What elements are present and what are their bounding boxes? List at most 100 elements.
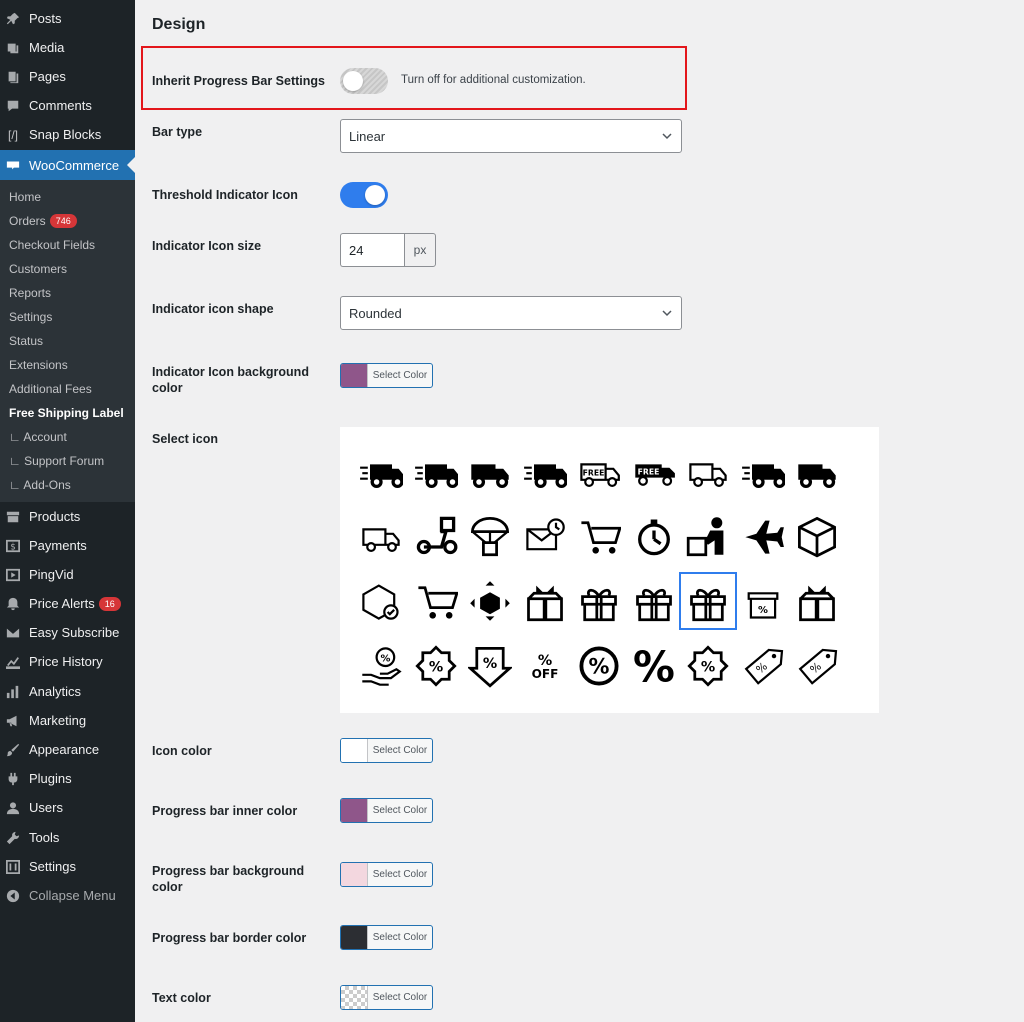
- menu-easy-subscribe[interactable]: Easy Subscribe: [0, 618, 135, 647]
- submenu-settings[interactable]: Settings: [9, 307, 52, 327]
- submenu-orders[interactable]: Orders 746: [9, 211, 77, 231]
- submenu-customers[interactable]: Customers: [9, 259, 67, 279]
- icon-color-button[interactable]: Select Color: [340, 738, 433, 763]
- icon-option[interactable]: [463, 574, 517, 628]
- icon-option[interactable]: [790, 509, 844, 563]
- svg-text:%: %: [808, 660, 824, 677]
- wrench-icon: [6, 831, 20, 845]
- icon-option[interactable]: [409, 509, 463, 563]
- text-color-button[interactable]: Select Color: [340, 985, 433, 1010]
- icon-option[interactable]: %: [736, 639, 790, 693]
- icon-option[interactable]: [790, 574, 844, 628]
- icon-option[interactable]: %: [409, 639, 463, 693]
- icon-option[interactable]: [681, 444, 735, 498]
- icon-bg-color-label: Indicator Icon background color: [152, 365, 309, 395]
- submenu-extensions[interactable]: Extensions: [9, 355, 68, 375]
- menu-media[interactable]: Media: [0, 33, 135, 62]
- submenu-additional-fees[interactable]: Additional Fees: [9, 379, 92, 399]
- icon-option[interactable]: % OFF: [518, 639, 572, 693]
- submenu-add-ons[interactable]: ∟ Add-Ons: [9, 475, 71, 495]
- icon-option[interactable]: FREE: [627, 444, 681, 498]
- brackets-icon: [/]: [7, 127, 18, 142]
- icon-option[interactable]: [518, 574, 572, 628]
- icon-shape-select[interactable]: Rounded: [340, 296, 682, 330]
- submenu-checkout-fields[interactable]: Checkout Fields: [9, 235, 95, 255]
- icon-option[interactable]: [354, 444, 408, 498]
- menu-analytics[interactable]: Analytics: [0, 677, 135, 706]
- border-color-button[interactable]: Select Color: [340, 925, 433, 950]
- menu-products[interactable]: Products: [0, 502, 135, 531]
- icon-option[interactable]: [679, 572, 737, 630]
- icon-option[interactable]: [409, 444, 463, 498]
- percent-off-icon: %OFF: [531, 653, 558, 681]
- icon-option[interactable]: [572, 574, 626, 628]
- menu-posts[interactable]: Posts: [0, 4, 135, 33]
- color-swatch: [341, 863, 368, 886]
- icon-option[interactable]: [681, 509, 735, 563]
- icon-option[interactable]: [736, 509, 790, 563]
- icon-option[interactable]: [463, 509, 517, 563]
- menu-appearance[interactable]: Appearance: [0, 735, 135, 764]
- submenu-label: Free Shipping Label: [9, 406, 124, 420]
- icon-option[interactable]: %: [627, 639, 681, 693]
- icon-option[interactable]: [572, 509, 626, 563]
- icon-option[interactable]: [463, 444, 517, 498]
- price-tag-icon: %: [798, 648, 838, 685]
- select-color-label: Select Color: [372, 370, 428, 381]
- icon-option[interactable]: %: [681, 639, 735, 693]
- dollar-icon: $: [6, 539, 20, 553]
- icon-option[interactable]: %: [354, 639, 408, 693]
- menu-snap-blocks[interactable]: [/] Snap Blocks: [0, 120, 135, 149]
- menu-woocommerce[interactable]: WooCommerce: [0, 150, 135, 180]
- menu-price-alerts[interactable]: Price Alerts 16: [0, 589, 135, 618]
- menu-label: Marketing: [29, 713, 87, 728]
- submenu-free-shipping-label[interactable]: Free Shipping Label: [9, 403, 124, 423]
- icon-option[interactable]: %: [463, 639, 517, 693]
- icon-option[interactable]: [354, 509, 408, 563]
- submenu-status[interactable]: Status: [9, 331, 43, 351]
- submenu-account[interactable]: ∟ Account: [9, 427, 67, 447]
- submenu-label: Reports: [9, 286, 52, 300]
- menu-plugins[interactable]: Plugins: [0, 764, 135, 793]
- submenu-reports[interactable]: Reports: [9, 283, 51, 303]
- discount-badge-icon: %: [687, 645, 729, 687]
- bg-color-button[interactable]: Select Color: [340, 862, 433, 887]
- icon-bg-color-button[interactable]: Select Color: [340, 363, 433, 388]
- icon-option[interactable]: [627, 574, 681, 628]
- icon-option[interactable]: %: [736, 574, 790, 628]
- icon-option[interactable]: [354, 574, 408, 628]
- svg-text:%: %: [758, 605, 768, 616]
- icon-option[interactable]: [627, 509, 681, 563]
- icon-option[interactable]: [790, 444, 844, 498]
- inherit-settings-toggle[interactable]: [340, 68, 388, 94]
- icon-size-input[interactable]: 24: [340, 233, 404, 267]
- collapse-menu-button[interactable]: Collapse Menu: [0, 881, 135, 910]
- icon-option[interactable]: [736, 444, 790, 498]
- icon-option[interactable]: %: [790, 639, 844, 693]
- select-icon-label: Select icon: [152, 432, 218, 446]
- line-chart-icon: [6, 655, 20, 669]
- menu-payments[interactable]: $ Payments: [0, 531, 135, 560]
- menu-comments[interactable]: Comments: [0, 91, 135, 120]
- submenu-support-forum[interactable]: ∟ Support Forum: [9, 451, 104, 471]
- menu-users[interactable]: Users: [0, 793, 135, 822]
- icon-option[interactable]: FREE: [572, 444, 626, 498]
- verified-box-icon: [362, 584, 399, 620]
- menu-pingvid[interactable]: PingVid: [0, 560, 135, 589]
- submenu-home[interactable]: Home: [9, 187, 41, 207]
- menu-pages[interactable]: Pages: [0, 62, 135, 91]
- icon-option[interactable]: %: [572, 639, 626, 693]
- icon-option[interactable]: [409, 574, 463, 628]
- menu-tools[interactable]: Tools: [0, 823, 135, 852]
- threshold-icon-toggle[interactable]: [340, 182, 388, 208]
- chevron-down-icon: [662, 133, 672, 140]
- menu-settings[interactable]: Settings: [0, 852, 135, 881]
- inner-color-button[interactable]: Select Color: [340, 798, 433, 823]
- menu-price-history[interactable]: Price History: [0, 647, 135, 676]
- delivery-person-icon: [686, 517, 724, 557]
- menu-marketing[interactable]: Marketing: [0, 706, 135, 735]
- icon-option[interactable]: [518, 444, 572, 498]
- menu-label: Collapse Menu: [29, 888, 116, 903]
- icon-option[interactable]: [518, 509, 572, 563]
- bar-type-select[interactable]: Linear: [340, 119, 682, 153]
